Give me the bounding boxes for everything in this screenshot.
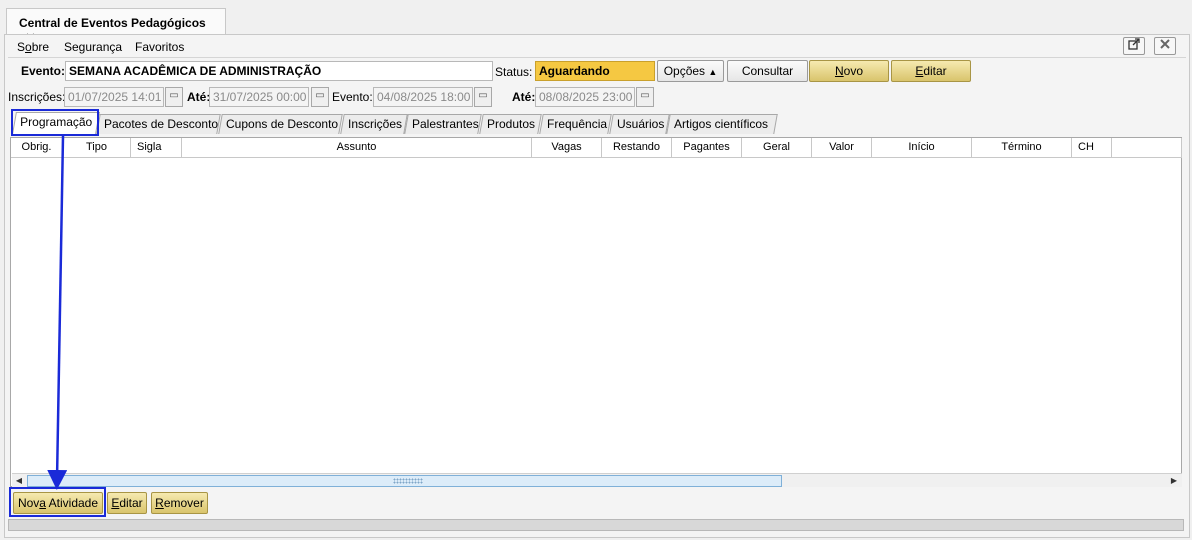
tab-palestrantes[interactable]: Palestrantes [404,114,482,134]
programacao-grid[interactable]: Obrig. Tipo Sigla Assunto Vagas Restando… [10,137,1182,487]
tab-usuarios[interactable]: Usuários [609,114,670,134]
consultar-button[interactable]: Consultar [727,60,808,82]
highlight-box-programacao [11,109,99,136]
column-header[interactable]: Término [972,138,1072,158]
evento-date-label: Evento: [332,90,373,104]
menu-seguranca[interactable]: Segurança [64,40,122,54]
column-header[interactable]: Obrig. [11,138,63,158]
remover-mnemonic: R [155,496,164,510]
evento-label: Evento: [21,64,66,78]
menu-mnemonic: o [25,40,32,54]
tab-label: Frequência [547,117,608,131]
column-header[interactable]: CH [1072,138,1112,158]
tab-cupons-desconto[interactable]: Cupons de Desconto [218,114,343,134]
document-tab-title: Central de Eventos Pedagógicos [19,16,206,30]
novo-label: ovo [843,64,864,78]
tab-frequencia[interactable]: Frequência [539,114,612,134]
editar-label: ditar [119,496,143,510]
document-tab[interactable]: Central de Eventos Pedagógicos ✕ [6,8,226,45]
tab-produtos[interactable]: Produtos [479,114,542,134]
evento-field[interactable]: SEMANA ACADÊMICA DE ADMINISTRAÇÃO [65,61,493,81]
scrollbar-thumb[interactable] [27,475,782,487]
novo-button[interactable]: Novo [809,60,889,82]
tab-artigos-cientificos[interactable]: Artigos científicos [666,114,778,134]
menu-text: Favoritos [135,40,185,54]
menu-text: bre [31,40,50,54]
tab-label: Produtos [487,117,536,131]
column-header[interactable]: Restando [602,138,672,158]
ate-label-2: Até: [512,90,536,104]
column-header[interactable] [1112,138,1182,158]
evento-end-field[interactable]: 08/08/2025 23:00 [535,87,635,107]
column-header[interactable]: Vagas [532,138,602,158]
tab-pacotes-desconto[interactable]: Pacotes de Desconto [96,114,221,134]
menu-favoritos[interactable]: Favoritos [135,40,184,54]
column-header[interactable]: Início [872,138,972,158]
tab-label: Cupons de Desconto [226,117,339,131]
ate-label-1: Até: [187,90,211,104]
remover-atividade-button[interactable]: Remover [151,492,208,514]
column-header[interactable]: Pagantes [672,138,742,158]
column-header[interactable]: Sigla [131,138,182,158]
menu-text: Segurança [64,40,123,54]
editar-atividade-button[interactable]: Editar [107,492,147,514]
editar-label: ditar [923,64,947,78]
tab-label: Usuários [617,117,665,131]
inscricoes-end-field[interactable]: 31/07/2025 00:00 [209,87,309,107]
evento-start-field[interactable]: 04/08/2025 18:00 [373,87,473,107]
column-header[interactable]: Tipo [63,138,131,158]
novo-mnemonic: N [834,64,844,78]
menu-text: S [17,40,26,54]
status-label: Status: [495,65,533,79]
scrollbar-grip [393,478,423,484]
tab-inscricoes[interactable]: Inscrições [340,114,408,134]
tab-label: Pacotes de Desconto [104,117,219,131]
popout-icon[interactable] [1123,37,1145,55]
opcoes-button[interactable]: Opções ▲ [657,60,724,82]
scroll-left-icon[interactable]: ◀ [12,475,26,487]
column-header[interactable]: Assunto [182,138,532,158]
inscricoes-start-field[interactable]: 01/07/2025 14:01 [64,87,164,107]
calendar-icon[interactable]: ▭ [474,87,492,107]
highlight-box-nova-atividade [9,487,106,517]
status-field: Aguardando [535,61,655,81]
calendar-icon[interactable]: ▭ [636,87,654,107]
tab-label: Inscrições [348,117,403,131]
status-bar [8,519,1184,531]
column-header[interactable]: Geral [742,138,812,158]
menu-separator [8,57,1186,58]
inscricoes-label: Inscrições: [8,90,66,104]
column-header[interactable]: Valor [812,138,872,158]
editar-button[interactable]: Editar [891,60,971,82]
horizontal-scrollbar[interactable]: ◀ ▶ [12,473,1182,487]
calendar-icon[interactable]: ▭ [311,87,329,107]
tab-label: Artigos científicos [674,117,769,131]
calendar-icon[interactable]: ▭ [165,87,183,107]
scroll-right-icon[interactable]: ▶ [1167,475,1181,487]
caret-up-icon: ▲ [708,67,718,77]
opcoes-label: Opções [663,64,706,78]
remover-label: emover [163,496,204,510]
menu-sobre[interactable]: Sobre [17,40,49,54]
close-window-icon[interactable] [1154,37,1176,55]
tab-label: Palestrantes [412,117,479,131]
